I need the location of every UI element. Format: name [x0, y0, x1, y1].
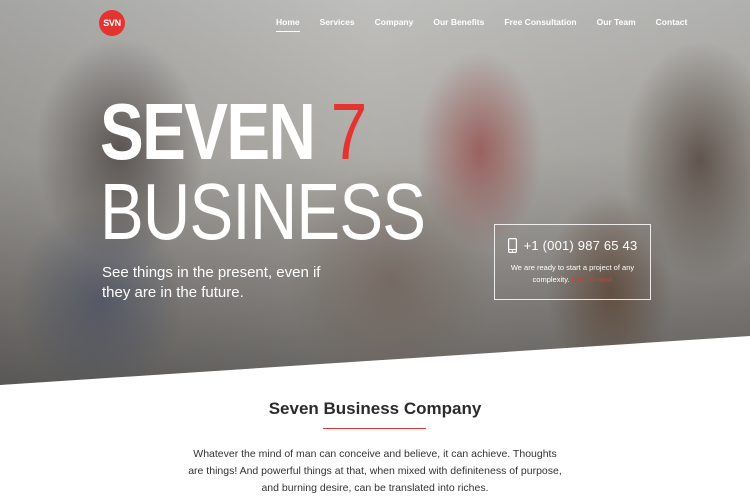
nav-contact[interactable]: Contact: [656, 17, 688, 27]
hero-title-word: SEVEN: [100, 87, 316, 176]
section-body: Whatever the mind of man can conceive an…: [188, 448, 562, 494]
phone-number[interactable]: +1 (001) 987 65 43: [524, 238, 638, 253]
nav-our-benefits[interactable]: Our Benefits: [433, 17, 484, 27]
nav-home[interactable]: Home: [276, 17, 300, 32]
phone-icon: [507, 238, 517, 253]
logo[interactable]: SVN: [99, 10, 125, 36]
nav-free-consultation[interactable]: Free Consultation: [504, 17, 576, 27]
section-title-underline: [323, 428, 426, 429]
nav-our-team[interactable]: Our Team: [597, 17, 636, 27]
phone-row: +1 (001) 987 65 43: [507, 238, 638, 253]
hero-title-number: 7: [330, 87, 367, 176]
hero-title-line2: BUSINESS: [100, 167, 426, 256]
contact-text: We are ready to start a project of any c…: [495, 262, 650, 286]
section-title: Seven Business Company: [268, 399, 482, 418]
contact-box: +1 (001) 987 65 43 We are ready to start…: [494, 224, 651, 300]
call-us-link[interactable]: Call us now!: [572, 275, 613, 284]
nav-services[interactable]: Services: [320, 17, 355, 27]
hero-tagline: See things in the present, even if they …: [102, 264, 321, 301]
main-nav: Home Services Company Our Benefits Free …: [276, 17, 707, 32]
nav-company[interactable]: Company: [375, 17, 414, 27]
hero-title-line1: SEVEN 7: [100, 92, 367, 172]
